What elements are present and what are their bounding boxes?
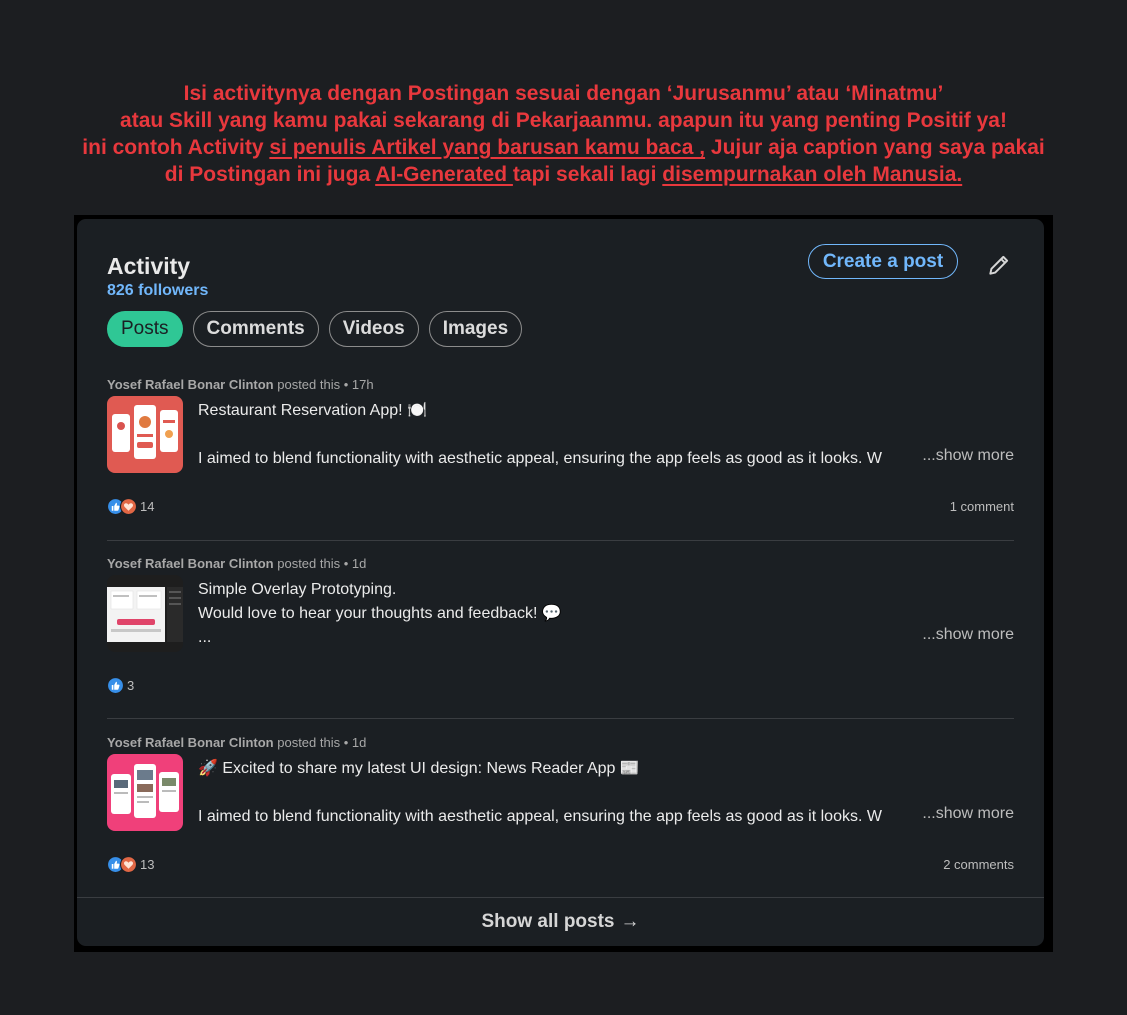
comments-count-link[interactable]: 2 comments [943, 857, 1014, 872]
tab-comments[interactable]: Comments [192, 311, 319, 347]
post-time: 17h [351, 377, 374, 392]
banner-line-4: di Postingan ini juga AI-Generated tapi … [0, 161, 1127, 188]
post-action: posted this • [273, 377, 352, 392]
post-author[interactable]: Yosef Rafael Bonar Clinton [107, 377, 274, 392]
post-divider [107, 718, 1014, 719]
post-time: 1d [351, 735, 367, 750]
followers-link[interactable]: 826 followers [107, 282, 208, 300]
tab-images[interactable]: Images [428, 311, 523, 347]
reaction-count: 14 [140, 499, 155, 514]
reaction-icons [107, 856, 137, 873]
post-action: posted this • [273, 556, 352, 571]
post-text-line: 🚀 Excited to share my latest UI design: … [198, 760, 640, 777]
edit-activity-button[interactable] [982, 248, 1016, 282]
post-meta: Yosef Rafael Bonar Clinton posted this •… [107, 735, 366, 750]
post-text: Restaurant Reservation App! 🍽️ I aimed t… [198, 399, 918, 471]
show-all-label: Show all posts [481, 911, 615, 932]
post-author[interactable]: Yosef Rafael Bonar Clinton [107, 556, 274, 571]
overlay-prototype-thumbnail [107, 575, 183, 652]
tab-posts[interactable]: Posts [107, 311, 183, 347]
post-text: 🚀 Excited to share my latest UI design: … [198, 757, 918, 829]
reaction-icons [107, 498, 137, 515]
post-text-line [198, 781, 918, 805]
banner-line-3: ini contoh Activity si penulis Artikel y… [0, 134, 1127, 161]
banner-underlined-text: disempurnakan oleh Manusia. [662, 163, 963, 186]
news-reader-app-thumbnail [107, 754, 183, 831]
banner-text: Jujur aja caption yang saya pakai [705, 136, 1045, 159]
reaction-icons [107, 677, 124, 694]
banner-underlined-text: si penulis Artikel yang barusan kamu bac… [269, 136, 706, 159]
post-meta: Yosef Rafael Bonar Clinton posted this •… [107, 377, 374, 392]
banner-line-1: Isi activitynya dengan Postingan sesuai … [183, 82, 944, 105]
post-thumbnail[interactable] [107, 396, 183, 473]
post-item[interactable]: Yosef Rafael Bonar Clinton posted this •… [107, 377, 1014, 527]
post-text-line: Simple Overlay Prototyping. [198, 581, 397, 598]
post-text-line: I aimed to blend functionality with aest… [198, 808, 882, 825]
activity-card: Activity 826 followers Create a post Pos… [77, 219, 1044, 946]
banner-underlined-text: AI-Generated [375, 163, 513, 186]
show-more-link[interactable]: ...show more [922, 447, 1014, 465]
reactions-summary[interactable]: 13 [107, 856, 154, 873]
reaction-count: 3 [127, 678, 135, 693]
create-post-button[interactable]: Create a post [808, 244, 958, 279]
show-more-link[interactable]: ...show more [922, 805, 1014, 823]
post-text-line [198, 423, 918, 447]
restaurant-app-thumbnail [107, 396, 183, 473]
tab-videos[interactable]: Videos [328, 311, 419, 347]
post-text-line: ... [198, 629, 212, 646]
instruction-banner: Isi activitynya dengan Postingan sesuai … [0, 80, 1127, 188]
comments-count-link[interactable]: 1 comment [950, 499, 1014, 514]
post-divider [107, 540, 1014, 541]
banner-text: tapi sekali lagi [512, 163, 663, 186]
reaction-count: 13 [140, 857, 155, 872]
banner-text: ini contoh Activity [82, 136, 270, 159]
post-meta: Yosef Rafael Bonar Clinton posted this •… [107, 556, 366, 571]
post-time: 1d [351, 556, 367, 571]
post-text-line: Would love to hear your thoughts and fee… [198, 605, 562, 622]
post-item[interactable]: Yosef Rafael Bonar Clinton posted this •… [107, 735, 1014, 885]
show-more-link[interactable]: ...show more [922, 626, 1014, 644]
post-thumbnail[interactable] [107, 754, 183, 831]
pencil-icon [989, 255, 1009, 275]
love-icon [120, 856, 137, 873]
banner-line-2: atau Skill yang kamu pakai sekarang di P… [120, 109, 1007, 132]
reactions-summary[interactable]: 3 [107, 677, 134, 694]
post-text-line: I aimed to blend functionality with aest… [198, 450, 882, 467]
love-icon [120, 498, 137, 515]
arrow-right-icon: → [620, 911, 640, 932]
post-action: posted this • [273, 735, 352, 750]
post-author[interactable]: Yosef Rafael Bonar Clinton [107, 735, 274, 750]
screenshot-frame: Activity 826 followers Create a post Pos… [74, 215, 1053, 952]
post-thumbnail[interactable] [107, 575, 183, 652]
activity-tabs: Posts Comments Videos Images [107, 311, 523, 347]
activity-title: Activity [107, 253, 191, 279]
post-text: Simple Overlay Prototyping. Would love t… [198, 578, 918, 650]
post-item[interactable]: Yosef Rafael Bonar Clinton posted this •… [107, 556, 1014, 706]
like-icon [107, 677, 124, 694]
banner-text: di Postingan ini juga [164, 163, 376, 186]
post-text-line: Restaurant Reservation App! 🍽️ [198, 402, 427, 419]
reactions-summary[interactable]: 14 [107, 498, 154, 515]
show-all-posts-button[interactable]: Show all posts → [77, 897, 1044, 946]
